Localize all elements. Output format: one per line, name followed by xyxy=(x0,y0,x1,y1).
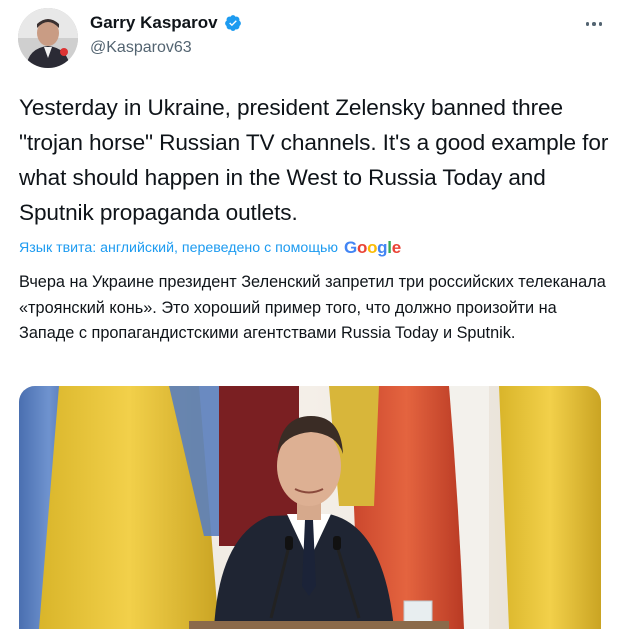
photo-zelensky-at-podium xyxy=(19,386,601,629)
translation-attribution: Язык твита: английский, переведено с пом… xyxy=(19,238,401,258)
more-options-icon[interactable] xyxy=(582,12,606,36)
translation-label: Язык твита: английский, переведено с пом… xyxy=(19,240,339,256)
verified-badge-icon xyxy=(224,14,242,32)
avatar[interactable] xyxy=(18,8,78,68)
author-name[interactable]: Garry Kasparov xyxy=(90,13,218,33)
translated-text: Вчера на Украине президент Зеленский зап… xyxy=(19,273,606,342)
google-logo: Google xyxy=(344,238,401,257)
author-handle[interactable]: @Kasparov63 xyxy=(90,39,192,57)
tweet-text: Yesterday in Ukraine, president Zelensky… xyxy=(19,95,609,225)
tweet-photo[interactable] xyxy=(19,386,601,629)
